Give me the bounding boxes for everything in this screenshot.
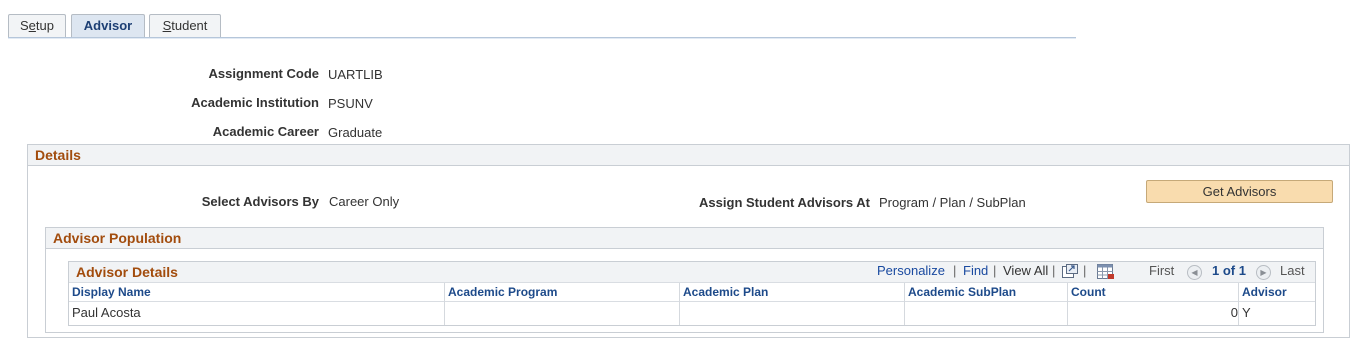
- tab-setup[interactable]: Setup: [8, 14, 66, 38]
- assign-student-advisors-at-label: Assign Student Advisors At: [699, 195, 870, 210]
- details-group: Details Select Advisors By Career Only A…: [27, 144, 1350, 338]
- tab-student-label: Student: [162, 18, 208, 33]
- column-divider: [444, 283, 445, 325]
- first-label: First: [1149, 263, 1175, 278]
- tab-advisor-label: Advisor: [83, 18, 133, 33]
- assignment-code-value: UARTLIB: [328, 67, 383, 82]
- academic-institution-label: Academic Institution: [191, 95, 319, 110]
- table-row: Paul Acosta 0 Y: [69, 303, 1315, 325]
- column-divider: [1238, 283, 1239, 325]
- advisor-population-title: Advisor Population: [46, 228, 1323, 249]
- assign-student-advisors-at-value: Program / Plan / SubPlan: [879, 195, 1026, 210]
- academic-career-label: Academic Career: [212, 124, 319, 139]
- toolbar-separator: |: [953, 263, 957, 278]
- col-header-academic-plan[interactable]: Academic Plan: [683, 283, 768, 301]
- advisor-details-title: Advisor Details: [76, 264, 178, 280]
- pager-text: 1 of 1: [1212, 263, 1246, 278]
- grid-column-header-row: Display Name Academic Program Academic P…: [69, 283, 1315, 302]
- view-all-link[interactable]: View All: [1003, 263, 1048, 278]
- col-header-count[interactable]: Count: [1071, 283, 1106, 301]
- toolbar-separator: |: [1083, 263, 1087, 278]
- col-header-advisor[interactable]: Advisor: [1242, 283, 1287, 301]
- col-header-display-name[interactable]: Display Name: [72, 283, 151, 301]
- col-header-academic-subplan[interactable]: Academic SubPlan: [908, 283, 1016, 301]
- find-link[interactable]: Find: [963, 263, 988, 278]
- spreadsheet-download-icon[interactable]: [1097, 264, 1115, 280]
- grid-header-bar: Advisor Details Personalize | Find | Vie…: [69, 262, 1315, 283]
- assignment-code-label: Assignment Code: [208, 66, 319, 81]
- column-divider: [904, 283, 905, 325]
- personalize-link[interactable]: Personalize: [877, 263, 945, 278]
- details-title: Details: [28, 145, 1349, 166]
- toolbar-separator: |: [1052, 263, 1056, 278]
- column-divider: [1067, 283, 1068, 325]
- column-divider: [679, 283, 680, 325]
- select-advisors-by-label: Select Advisors By: [201, 194, 319, 209]
- tab-divider-shadow: [8, 38, 1076, 39]
- right-arrow-icon[interactable]: ▶: [1256, 265, 1271, 280]
- select-advisors-by-value: Career Only: [329, 194, 400, 209]
- academic-institution-value: PSUNV: [328, 96, 373, 111]
- cell-display-name: Paul Acosta: [72, 305, 141, 320]
- cell-count: 0: [1230, 305, 1238, 320]
- cell-advisor: Y: [1242, 305, 1251, 320]
- advisor-population-group: Advisor Population Advisor Details Perso…: [45, 227, 1324, 333]
- toolbar-separator: |: [993, 263, 997, 278]
- left-arrow-icon[interactable]: ◀: [1187, 265, 1202, 280]
- tab-setup-label: Setup: [20, 18, 54, 33]
- last-label: Last: [1280, 263, 1305, 278]
- academic-career-value: Graduate: [328, 125, 383, 140]
- new-window-icon[interactable]: [1062, 264, 1079, 279]
- col-header-academic-program[interactable]: Academic Program: [448, 283, 557, 301]
- advisor-details-grid: Advisor Details Personalize | Find | Vie…: [68, 261, 1316, 326]
- get-advisors-button[interactable]: Get Advisors: [1146, 180, 1333, 203]
- tab-student[interactable]: Student: [149, 14, 221, 38]
- tab-advisor[interactable]: Advisor: [71, 14, 145, 38]
